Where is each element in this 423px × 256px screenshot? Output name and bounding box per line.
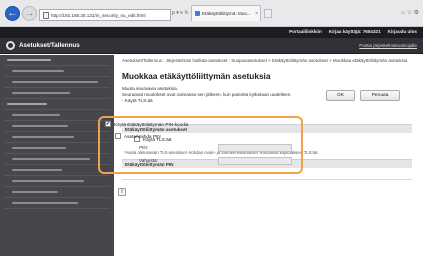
sidebar-item[interactable] xyxy=(4,176,110,187)
new-tab-button[interactable] xyxy=(264,9,272,18)
sidebar-item-placeholder xyxy=(12,202,78,204)
sidebar-item-placeholder xyxy=(12,81,98,83)
sidebar-item[interactable] xyxy=(4,88,110,99)
sidebar-item[interactable] xyxy=(4,165,110,176)
use-pin-row[interactable]: ✔ Käytä Etäkäyttöliittymän PIN-koodia xyxy=(105,121,189,127)
url-text: http://192.168.25.131/m_security_nu_edit… xyxy=(51,12,146,18)
set-pin-label: Aseta/Vaihda PIN xyxy=(124,133,161,139)
login-user-label: Kirjaa käyttäjä: xyxy=(328,29,362,34)
browser-tab[interactable]: Etäkäyttöliittymä: Muo... × xyxy=(191,5,261,21)
breadcrumb: Asetukset/Tallennus : Järjestelmän halli… xyxy=(122,58,408,63)
sidebar-item-placeholder xyxy=(12,125,68,127)
sidebar-item[interactable] xyxy=(4,121,110,132)
bottom-divider xyxy=(122,179,412,180)
page-icon xyxy=(43,11,49,19)
favicon-icon xyxy=(195,11,200,16)
sidebar-item[interactable] xyxy=(4,132,110,143)
forward-arrow-icon[interactable]: → xyxy=(22,6,37,21)
sidebar-item-placeholder xyxy=(12,180,84,182)
sidebar-item-placeholder xyxy=(12,136,74,138)
login-user-value: 7654321 xyxy=(362,29,381,34)
address-tools-icons[interactable]: ρ ▾ ≡ ↻ xyxy=(172,10,189,16)
pin-input[interactable] xyxy=(218,144,292,152)
sidebar-item-placeholder xyxy=(12,147,66,149)
page-title: Muokkaa etäkäyttöliittymän asetuksia xyxy=(122,71,271,81)
back-arrow-icon[interactable]: ← xyxy=(5,6,20,21)
pin-label: PIN: xyxy=(139,145,149,150)
sidebar-group[interactable] xyxy=(4,99,110,110)
cancel-button[interactable]: Peruuta xyxy=(360,90,400,101)
sidebar-item[interactable] xyxy=(4,143,110,154)
sidebar-item[interactable] xyxy=(4,110,110,121)
sidebar-item[interactable] xyxy=(4,198,110,209)
sidebar-item[interactable] xyxy=(4,77,110,88)
sidebar-item-placeholder xyxy=(12,70,64,72)
sidebar-item-placeholder xyxy=(12,92,70,94)
use-pin-checkbox[interactable]: ✔ xyxy=(105,121,111,127)
logout-link[interactable]: Kirjaudu ulos xyxy=(388,29,417,34)
page-top-icon[interactable]: ⇧ xyxy=(118,188,126,196)
tab-label: Etäkäyttöliittymä: Muo... xyxy=(202,11,251,16)
confirm-label: Vahvista: xyxy=(139,158,158,163)
sidebar-item-placeholder xyxy=(7,59,51,61)
set-pin-checkbox[interactable] xyxy=(115,133,121,139)
ok-button[interactable]: OK xyxy=(326,90,355,101)
browser-tool-icons[interactable]: ⌂ ☆ ⚙ xyxy=(401,9,419,16)
sidebar-item-placeholder xyxy=(7,103,47,105)
sidebar-item[interactable] xyxy=(4,154,110,165)
sidebar-item-placeholder xyxy=(12,114,60,116)
use-pin-label: Käytä Etäkäyttöliittymän PIN-koodia xyxy=(114,121,189,127)
change-notice: Muuta seuraavia asetuksia. Seuraavat muu… xyxy=(122,86,298,104)
sidebar-item[interactable] xyxy=(4,187,110,198)
confirm-input[interactable] xyxy=(218,157,292,165)
portal-link[interactable]: Portaalilinkkiin xyxy=(289,29,322,34)
tab-close-icon[interactable]: × xyxy=(255,11,258,17)
sidebar-group[interactable] xyxy=(4,55,110,66)
mail-admin-link[interactable]: Postia järjestelmänvalvojalle xyxy=(359,43,417,48)
app-top-bar: Portaalilinkkiin Kirjaa käyttäjä: 765432… xyxy=(0,27,423,38)
gear-icon xyxy=(6,41,15,50)
set-pin-row[interactable]: Aseta/Vaihda PIN xyxy=(115,133,161,139)
sidebar-item[interactable] xyxy=(4,66,110,77)
app-title: Asetukset/Tallennus xyxy=(19,42,80,49)
sidebar xyxy=(0,55,114,256)
notice-line: - Käytä TLS:ää xyxy=(122,98,153,103)
sidebar-item-placeholder xyxy=(12,169,62,171)
sidebar-item-placeholder xyxy=(12,191,58,193)
login-user: Kirjaa käyttäjä: 7654321 xyxy=(329,29,381,34)
sidebar-item-placeholder xyxy=(12,158,90,160)
top-links: Portaalilinkkiin Kirjaa käyttäjä: 765432… xyxy=(289,29,417,34)
address-bar[interactable]: http://192.168.25.131/m_security_nu_edit… xyxy=(39,9,171,21)
browser-toolbar: ← → http://192.168.25.131/m_security_nu_… xyxy=(0,0,423,27)
app-header: Asetukset/Tallennus Postia järjestelmänv… xyxy=(0,38,423,54)
